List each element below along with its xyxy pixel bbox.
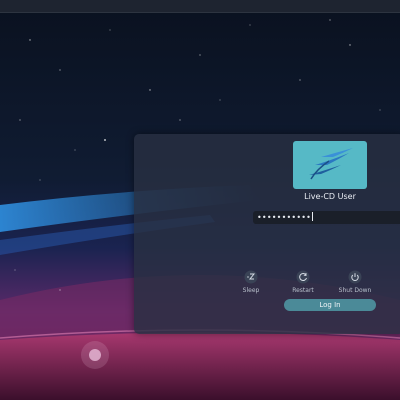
sleep-icon — [244, 270, 258, 284]
password-value: ••••••••••• — [257, 213, 312, 222]
username-label: Live-CD User — [304, 192, 356, 201]
text-caret — [312, 212, 314, 221]
power-icon — [348, 270, 362, 284]
password-field[interactable]: ••••••••••• — [253, 211, 400, 224]
feather-logo-icon — [309, 148, 353, 180]
user-avatar[interactable] — [293, 141, 367, 189]
shutdown-label: Shut Down — [338, 287, 372, 294]
restart-icon — [296, 270, 310, 284]
top-bar — [0, 0, 400, 13]
restart-label: Restart — [292, 287, 314, 294]
login-button[interactable]: Log In — [284, 299, 376, 311]
sleep-label: Sleep — [242, 287, 260, 294]
